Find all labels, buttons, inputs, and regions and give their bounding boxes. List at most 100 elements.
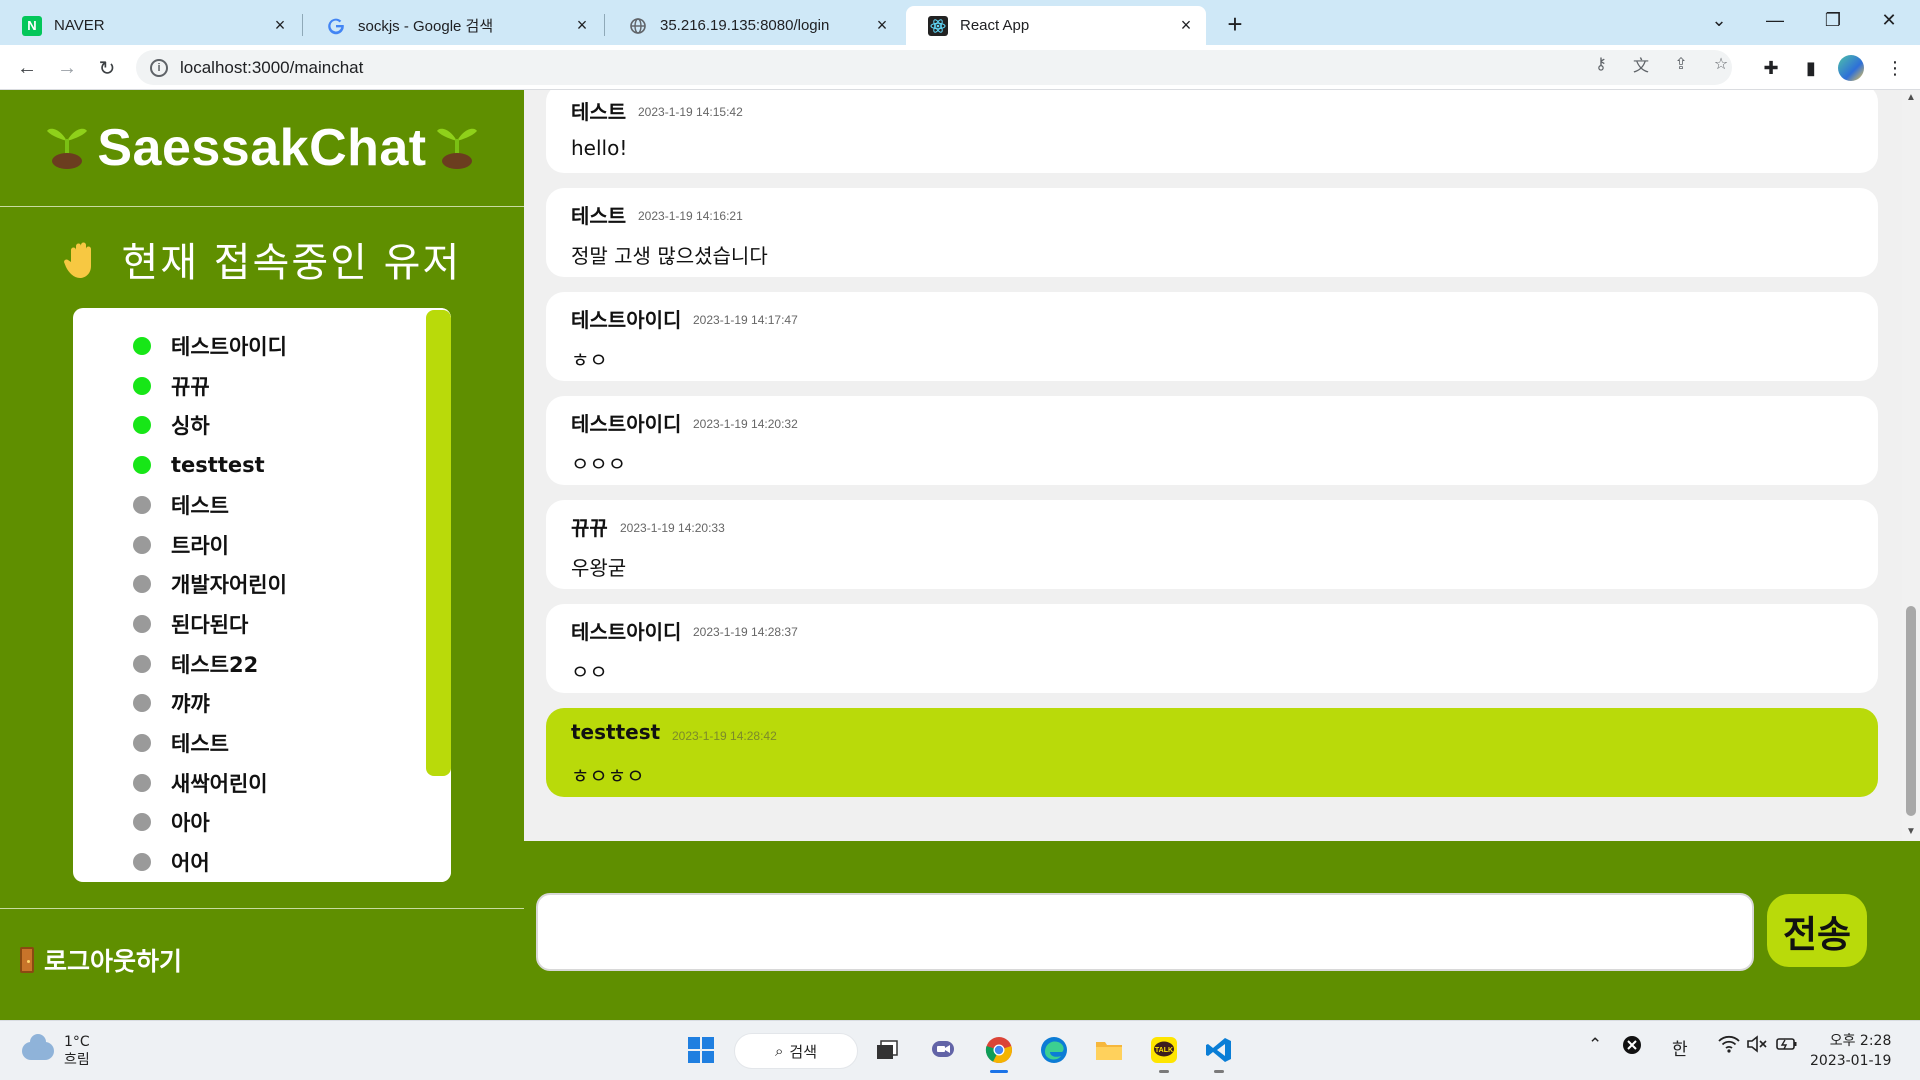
message-input[interactable] [536, 893, 1754, 971]
task-view-icon[interactable] [870, 1033, 904, 1067]
message-text: ㅎㅇ [571, 348, 608, 372]
message-bubble: 테스트 2023-1-19 14:15:42 hello! [546, 90, 1878, 173]
user-list-item[interactable]: 새싹어린이 [73, 763, 413, 803]
message-timestamp: 2023-1-19 14:20:32 [693, 417, 798, 431]
close-icon[interactable]: × [270, 15, 290, 36]
user-name: 뀨뀨 [171, 374, 210, 399]
user-list-item[interactable]: 트라이 [73, 525, 413, 565]
new-tab-button[interactable]: + [1218, 7, 1252, 41]
offline-status-dot [133, 853, 151, 872]
show-hidden-icons[interactable]: ⌃ [1588, 1035, 1602, 1055]
user-list-item[interactable]: 꺄꺄 [73, 683, 413, 723]
message-bubble: 테스트아이디 2023-1-19 14:28:37 ㅇㅇ [546, 604, 1878, 693]
tab-server-login[interactable]: 35.216.19.135:8080/login × [606, 6, 902, 45]
logout-button[interactable]: 로그아웃하기 [20, 942, 182, 978]
profile-avatar[interactable] [1838, 55, 1864, 81]
offline-status-dot [133, 575, 151, 594]
tray-app-icon[interactable] [1622, 1035, 1642, 1060]
user-list-item[interactable]: 테스트22 [73, 644, 413, 684]
clock-time: 오후 2:28 [1829, 1033, 1892, 1049]
user-list-item[interactable]: 개발자어린이 [73, 564, 413, 604]
globe-icon [628, 16, 648, 36]
tab-search-icon[interactable]: ⌄ [1696, 0, 1742, 40]
side-panel-icon[interactable]: ▮ [1794, 51, 1828, 85]
close-window-button[interactable]: ✕ [1866, 0, 1912, 40]
user-list-item[interactable]: 테스트 [73, 485, 413, 525]
user-name: 어어 [171, 851, 210, 876]
minimize-button[interactable]: — [1752, 0, 1798, 40]
user-name: 아아 [171, 811, 210, 836]
volume-muted-icon[interactable] [1746, 1035, 1768, 1058]
user-list-item[interactable]: 된다된다 [73, 604, 413, 644]
user-list-item[interactable]: testtest [73, 445, 413, 485]
message-text: ㅎㅇㅎㅇ [571, 764, 645, 788]
message-author: 테스트 [571, 100, 627, 124]
user-list-scroll-thumb[interactable] [426, 310, 451, 776]
taskbar-search[interactable]: ⌕ 검색 [734, 1033, 858, 1069]
online-user-list[interactable]: 테스트아이디 뀨뀨 싱하 testtest 테스트 트라이 개발자어린이 된다된다 테스트22 꺄… [73, 308, 451, 882]
restore-button[interactable]: ❐ [1810, 0, 1856, 40]
scroll-down-icon[interactable]: ▼ [1906, 826, 1916, 837]
tab-react-app[interactable]: React App × [906, 6, 1206, 45]
my-message-bubble: testtest 2023-1-19 14:28:42 ㅎㅇㅎㅇ [546, 708, 1878, 797]
edge-icon[interactable] [1037, 1033, 1071, 1067]
user-list-item[interactable]: 아아 [73, 802, 413, 842]
teams-chat-icon[interactable] [926, 1033, 960, 1067]
user-list-item[interactable]: 싱하 [73, 405, 413, 445]
start-button[interactable] [684, 1033, 718, 1067]
offline-status-dot [133, 535, 151, 554]
chat-scroll-thumb[interactable] [1906, 606, 1916, 816]
message-compose-bar: 전송 [524, 841, 1920, 1020]
chrome-icon[interactable] [982, 1033, 1016, 1073]
clock-date: 2023-01-19 [1810, 1053, 1892, 1069]
ime-indicator[interactable]: 한 [1672, 1035, 1688, 1060]
chat-messages[interactable]: 테스트 2023-1-19 14:15:42 hello! 테스트 2023-1-19 … [524, 90, 1902, 841]
send-button[interactable]: 전송 [1767, 894, 1867, 967]
weather-widget[interactable]: 1°C 흐림 [22, 1033, 90, 1069]
back-icon[interactable]: ← [10, 51, 44, 85]
user-name: 테스트22 [171, 652, 259, 677]
door-icon [20, 947, 34, 973]
logout-label: 로그아웃하기 [44, 947, 183, 976]
close-icon[interactable]: × [1176, 15, 1196, 36]
tab-naver[interactable]: N NAVER × [0, 6, 300, 45]
user-list-item[interactable]: 뀨뀨 [73, 366, 413, 406]
close-icon[interactable]: × [872, 15, 892, 36]
sidebar-divider [0, 908, 524, 909]
password-key-icon[interactable]: ⚷ [1590, 53, 1612, 75]
bookmark-star-icon[interactable]: ☆ [1710, 53, 1732, 75]
wifi-icon[interactable] [1718, 1035, 1740, 1058]
scroll-up-icon[interactable]: ▲ [1906, 92, 1916, 103]
windows-logo-icon [688, 1037, 714, 1063]
address-bar[interactable]: i localhost:3000/mainchat [136, 50, 1732, 85]
file-explorer-icon[interactable] [1092, 1033, 1126, 1067]
message-timestamp: 2023-1-19 14:17:47 [693, 313, 798, 327]
offline-status-dot [133, 813, 151, 832]
reload-icon[interactable]: ↻ [90, 51, 124, 85]
google-icon [326, 16, 346, 36]
user-list-item[interactable]: 어어 [73, 842, 413, 882]
site-info-icon[interactable]: i [150, 58, 168, 77]
kakaotalk-icon[interactable]: TALK [1147, 1033, 1181, 1073]
translate-icon[interactable]: 文 [1630, 53, 1652, 75]
close-icon[interactable]: × [572, 15, 592, 36]
tab-label: React App [960, 17, 1030, 34]
chat-scrollbar[interactable]: ▲ ▼ [1902, 90, 1920, 841]
message-timestamp: 2023-1-19 14:28:42 [672, 729, 777, 743]
message-author: testtest [571, 720, 661, 744]
message-text: ㅇㅇㅇ [571, 452, 627, 476]
forward-icon[interactable]: → [50, 51, 84, 85]
vscode-icon[interactable] [1202, 1033, 1236, 1073]
user-list-item[interactable]: 테스트 [73, 723, 413, 763]
share-icon[interactable]: ⇪ [1670, 53, 1692, 75]
tab-google-search[interactable]: sockjs - Google 검색 × [304, 6, 602, 45]
user-list-item[interactable]: 테스트아이디 [73, 326, 413, 366]
app-logo: SaessakChat [0, 90, 524, 206]
user-name: 트라이 [171, 533, 229, 558]
battery-icon[interactable] [1776, 1035, 1798, 1058]
system-clock[interactable]: 오후 2:28 2023-01-19 [1810, 1031, 1891, 1071]
menu-kebab-icon[interactable]: ⋮ [1878, 51, 1912, 85]
message-text: hello! [571, 136, 628, 160]
extensions-icon[interactable]: ✚ [1754, 51, 1788, 85]
search-icon: ⌕ [774, 1042, 784, 1060]
